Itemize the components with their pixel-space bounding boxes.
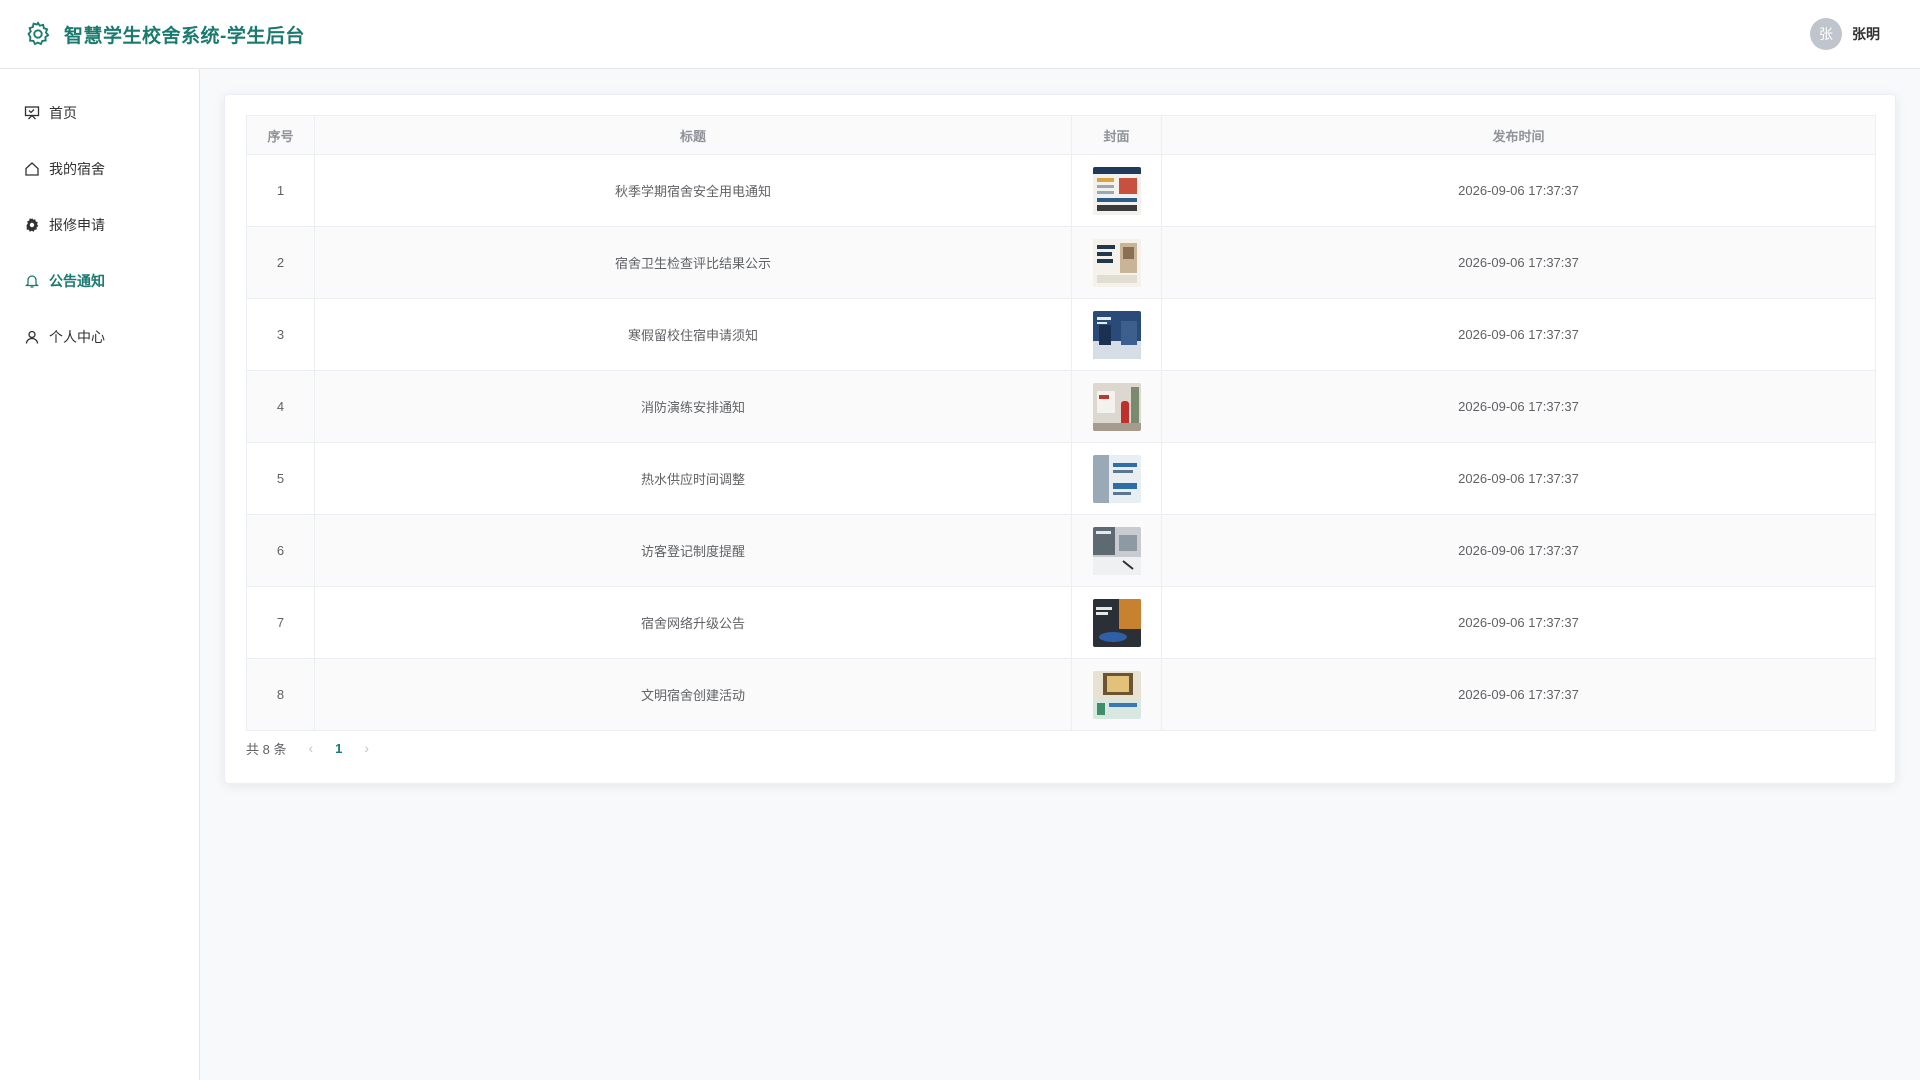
table-row[interactable]: 3 寒假留校住宿申请须知 2026-09-06 17:37:37	[246, 298, 1876, 371]
row-time: 2026-09-06 17:37:37	[1161, 658, 1876, 731]
cover-thumbnail[interactable]	[1092, 670, 1141, 719]
cover-thumbnail[interactable]	[1092, 526, 1141, 575]
prev-page-button[interactable]: ‹	[308, 740, 313, 756]
column-header-time: 发布时间	[1161, 115, 1876, 155]
row-index: 3	[246, 298, 315, 371]
sidebar-item-announcements[interactable]: 公告通知	[0, 253, 199, 309]
row-title[interactable]: 热水供应时间调整	[314, 442, 1072, 515]
gear-logo-icon	[27, 21, 50, 46]
row-index: 1	[246, 154, 315, 227]
table-row[interactable]: 1 秋季学期宿舍安全用电通知 2026-09-06 17:37:37	[246, 154, 1876, 227]
row-index: 5	[246, 442, 315, 515]
row-time: 2026-09-06 17:37:37	[1161, 514, 1876, 587]
table-row[interactable]: 7 宿舍网络升级公告 2026-09-06 17:37:37	[246, 586, 1876, 659]
presentation-board-icon	[24, 106, 40, 120]
cover-thumbnail[interactable]	[1092, 454, 1141, 503]
bell-icon	[24, 275, 40, 288]
sidebar-item-label: 报修申请	[49, 217, 105, 233]
row-title[interactable]: 文明宿舍创建活动	[314, 658, 1072, 731]
row-index: 7	[246, 586, 315, 659]
sidebar-item-label: 个人中心	[49, 329, 105, 345]
row-title[interactable]: 访客登记制度提醒	[314, 514, 1072, 587]
brand: 智慧学生校舍系统-学生后台	[24, 20, 305, 48]
avatar[interactable]: 张	[1810, 18, 1842, 50]
table-row[interactable]: 4 消防演练安排通知 2026-09-06 17:37:37	[246, 370, 1876, 443]
main-content: 序号 标题 封面 发布时间 1 秋季学期宿舍安全用电通知 2026-09-06 …	[200, 69, 1920, 1080]
top-header: 智慧学生校舍系统-学生后台 张 张明	[0, 0, 1920, 69]
cover-thumbnail[interactable]	[1092, 310, 1141, 359]
table-header-row: 序号 标题 封面 发布时间	[246, 115, 1876, 155]
row-cover	[1071, 154, 1162, 227]
cover-thumbnail[interactable]	[1092, 166, 1141, 215]
row-cover	[1071, 442, 1162, 515]
row-title[interactable]: 寒假留校住宿申请须知	[314, 298, 1072, 371]
table-row[interactable]: 8 文明宿舍创建活动 2026-09-06 17:37:37	[246, 658, 1876, 731]
row-time: 2026-09-06 17:37:37	[1161, 298, 1876, 371]
row-cover	[1071, 658, 1162, 731]
sidebar-item-label: 首页	[49, 105, 77, 121]
pagination: 共 8 条 ‹ 1 ›	[246, 731, 1874, 765]
table-row[interactable]: 6 访客登记制度提醒 2026-09-06 17:37:37	[246, 514, 1876, 587]
row-time: 2026-09-06 17:37:37	[1161, 442, 1876, 515]
sidebar-item-label: 我的宿舍	[49, 161, 105, 177]
next-page-button[interactable]: ›	[364, 740, 369, 756]
row-cover	[1071, 514, 1162, 587]
username[interactable]: 张明	[1852, 24, 1880, 44]
row-time: 2026-09-06 17:37:37	[1161, 154, 1876, 227]
sidebar-item-my-dorm[interactable]: 我的宿舍	[0, 141, 199, 197]
user-icon	[25, 330, 39, 344]
row-title[interactable]: 宿舍卫生检查评比结果公示	[314, 226, 1072, 299]
sidebar: 首页 我的宿舍 报修申请 公告通知 个人中心	[0, 69, 200, 1080]
row-title[interactable]: 宿舍网络升级公告	[314, 586, 1072, 659]
home-icon	[25, 162, 39, 176]
column-header-index: 序号	[246, 115, 315, 155]
gear-icon	[26, 218, 39, 232]
row-index: 2	[246, 226, 315, 299]
row-time: 2026-09-06 17:37:37	[1161, 226, 1876, 299]
sidebar-item-profile[interactable]: 个人中心	[0, 309, 199, 365]
sidebar-item-label: 公告通知	[49, 273, 105, 289]
page-number-current[interactable]: 1	[335, 741, 342, 756]
sidebar-item-repair[interactable]: 报修申请	[0, 197, 199, 253]
row-index: 8	[246, 658, 315, 731]
cover-thumbnail[interactable]	[1092, 238, 1141, 287]
pagination-total: 共 8 条	[246, 741, 287, 757]
column-header-title: 标题	[314, 115, 1072, 155]
row-index: 6	[246, 514, 315, 587]
notice-table: 序号 标题 封面 发布时间 1 秋季学期宿舍安全用电通知 2026-09-06 …	[246, 115, 1876, 731]
user-menu[interactable]: 张 张明	[1810, 18, 1880, 50]
row-title[interactable]: 秋季学期宿舍安全用电通知	[314, 154, 1072, 227]
table-row[interactable]: 2 宿舍卫生检查评比结果公示 2026-09-06 17:37:37	[246, 226, 1876, 299]
row-time: 2026-09-06 17:37:37	[1161, 586, 1876, 659]
row-cover	[1071, 586, 1162, 659]
notice-card: 序号 标题 封面 发布时间 1 秋季学期宿舍安全用电通知 2026-09-06 …	[224, 94, 1896, 784]
cover-thumbnail[interactable]	[1092, 382, 1141, 431]
row-index: 4	[246, 370, 315, 443]
table-row[interactable]: 5 热水供应时间调整 2026-09-06 17:37:37	[246, 442, 1876, 515]
cover-thumbnail[interactable]	[1092, 598, 1141, 647]
column-header-cover: 封面	[1071, 115, 1162, 155]
row-title[interactable]: 消防演练安排通知	[314, 370, 1072, 443]
sidebar-item-home[interactable]: 首页	[0, 85, 199, 141]
app-title: 智慧学生校舍系统-学生后台	[64, 25, 305, 47]
row-cover	[1071, 370, 1162, 443]
row-cover	[1071, 226, 1162, 299]
row-cover	[1071, 298, 1162, 371]
row-time: 2026-09-06 17:37:37	[1161, 370, 1876, 443]
